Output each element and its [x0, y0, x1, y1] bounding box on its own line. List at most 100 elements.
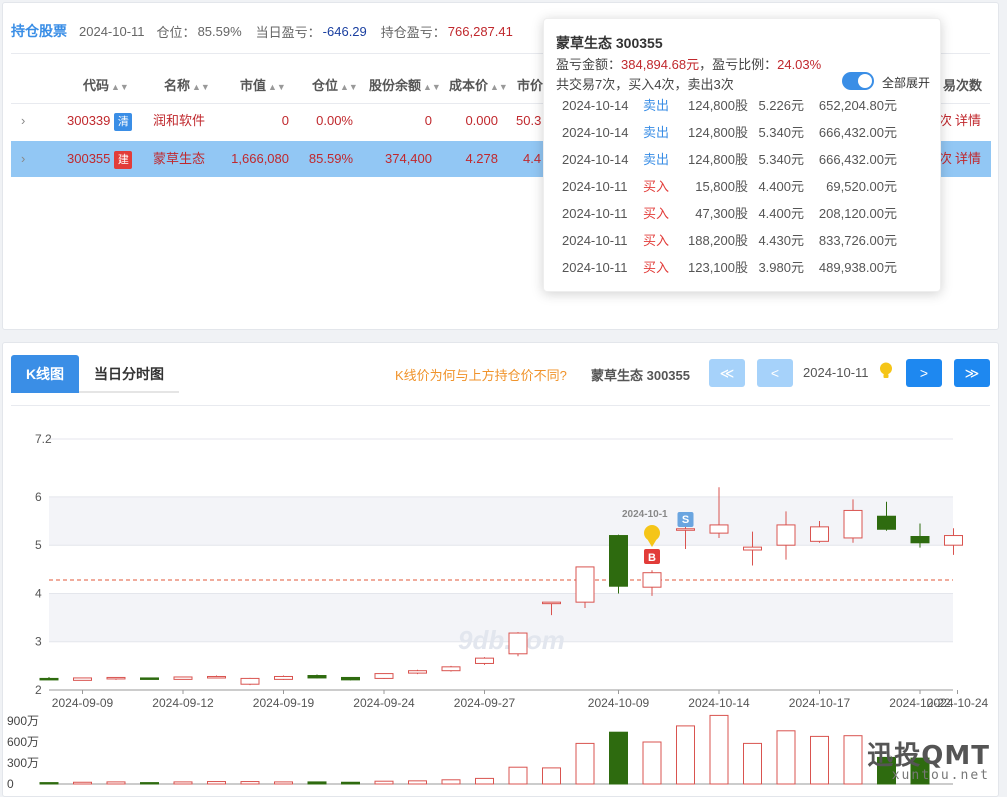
trade-price: 4.430元	[758, 233, 804, 248]
marker-date-label: 2024-10-1	[622, 509, 668, 520]
brand-name: 迅投QMT	[867, 741, 990, 771]
trade-tooltip: 蒙草生态 300355 盈亏金额：384,894.68元，盈亏比例：24.03%…	[543, 18, 941, 292]
volume-tick-label: 900万	[7, 714, 39, 728]
tooltip-title: 蒙草生态 300355	[556, 35, 663, 51]
last-button[interactable]: ≫	[954, 359, 990, 387]
candle-body	[776, 524, 796, 546]
trade-qty: 188,200股	[688, 233, 748, 248]
kline-chart[interactable]: 7.2654329db.com2024-09-092024-09-122024-…	[3, 401, 998, 797]
col-price[interactable]: 市价	[517, 69, 543, 103]
trade-amount: 208,120.00元	[818, 206, 897, 221]
expand-all-toggle[interactable]	[842, 72, 874, 90]
cell-shares: 374,400	[385, 151, 432, 166]
cell-mktval: 0	[281, 113, 289, 128]
trade-price: 5.340元	[758, 125, 804, 140]
trade-date: 2024-10-11	[562, 179, 628, 194]
expand-icon[interactable]: ›	[21, 141, 25, 177]
volume-bar	[274, 781, 293, 785]
volume-bar	[575, 742, 595, 785]
col-cost[interactable]: 成本价 ▲▼	[449, 69, 508, 103]
cell-price: 4.4	[523, 151, 542, 166]
trade-qty: 124,800股	[688, 98, 748, 113]
candle-body	[810, 526, 829, 542]
trade-row: 2024-10-14 卖出 124,800股 5.340元 666,432.00元	[562, 123, 902, 143]
sort-icon[interactable]: ▲▼	[111, 82, 129, 92]
candle-body	[307, 675, 327, 679]
cell-name[interactable]: 蒙草生态	[153, 141, 205, 177]
detail-link[interactable]: 详情	[955, 103, 981, 139]
sort-icon[interactable]: ▲▼	[423, 82, 441, 92]
brand-logo: 迅投QMT xuntou.net	[867, 735, 990, 783]
tab-intraday[interactable]: 当日分时图	[79, 355, 179, 393]
cell-price: 50.3	[516, 113, 542, 128]
y-tick-label: 3	[35, 635, 42, 649]
trade-date: 2024-10-14	[562, 98, 629, 113]
volume-bar	[542, 767, 561, 785]
volume-bar	[441, 779, 461, 785]
trade-date: 2024-10-14	[562, 125, 629, 140]
col-position[interactable]: 仓位 ▲▼	[312, 69, 358, 103]
sort-icon[interactable]: ▲▼	[490, 82, 508, 92]
detail-link[interactable]: 详情	[955, 141, 981, 177]
candle-body	[207, 675, 226, 679]
next-button[interactable]: >	[906, 359, 942, 387]
candle-body	[877, 515, 896, 530]
col-shares[interactable]: 股份余额 ▲▼	[369, 69, 441, 103]
candle-body	[240, 677, 260, 685]
trade-date: 2024-10-14	[562, 152, 629, 167]
x-tick-label: 2024-10-17	[789, 696, 851, 710]
candle-body	[341, 676, 360, 681]
candle-body	[743, 546, 762, 551]
candle-body	[475, 657, 494, 664]
sort-icon[interactable]: ▲▼	[340, 82, 358, 92]
price-diff-hint[interactable]: K线价为何与上方持仓价不同?	[395, 365, 567, 384]
volume-bar	[307, 781, 327, 785]
tooltip-count: 共交易7次，买入4次，卖出3次	[556, 77, 734, 92]
cell-position: 85.59%	[308, 151, 353, 166]
volume-tick-label: 600万	[7, 735, 39, 749]
cell-code: 300355 建	[67, 141, 147, 177]
volume-bar	[73, 781, 92, 785]
position-label: 仓位：	[156, 24, 196, 40]
expand-icon[interactable]: ›	[21, 103, 25, 139]
sort-icon[interactable]: ▲▼	[192, 82, 210, 92]
col-trades[interactable]: 易次数	[943, 69, 982, 103]
bulb-icon	[880, 362, 892, 378]
trade-date: 2024-10-11	[562, 206, 628, 221]
candle-body	[676, 528, 695, 531]
col-name[interactable]: 名称 ▲▼	[164, 69, 210, 103]
candle-body	[374, 673, 394, 679]
holdings-title[interactable]: 持仓股票	[11, 21, 67, 41]
candle-body	[575, 566, 595, 603]
trade-amount: 666,432.00元	[818, 152, 897, 167]
trade-row: 2024-10-11 买入 188,200股 4.430元 833,726.00元	[562, 231, 902, 251]
volume-bar	[207, 781, 226, 785]
y-tick-label: 2	[35, 683, 42, 697]
sort-icon[interactable]: ▲▼	[268, 82, 286, 92]
prev-button[interactable]: <	[757, 359, 793, 387]
trade-price: 4.400元	[758, 179, 804, 194]
tab-kline[interactable]: K线图	[11, 355, 79, 393]
volume-bar	[475, 777, 494, 785]
trade-qty: 15,800股	[695, 179, 748, 194]
position-value: 85.59%	[197, 23, 242, 39]
trade-row: 2024-10-11 买入 123,100股 3.980元 489,938.00元	[562, 258, 902, 278]
candle-body	[73, 677, 92, 681]
volume-bar	[173, 781, 193, 785]
x-tick-label: 2024-09-24	[353, 696, 415, 710]
candle-body	[508, 632, 528, 655]
volume-bar	[106, 781, 126, 785]
candle-body	[944, 535, 963, 546]
candle-body	[173, 676, 193, 680]
col-code[interactable]: 代码 ▲▼	[83, 69, 129, 103]
candle-body	[843, 509, 863, 539]
nav-date: 2024-10-11	[803, 365, 869, 380]
volume-bar	[408, 780, 427, 785]
trade-row: 2024-10-11 买入 15,800股 4.400元 69,520.00元	[562, 177, 902, 197]
candle-body	[441, 666, 461, 672]
col-mktval[interactable]: 市值 ▲▼	[240, 69, 286, 103]
cell-name[interactable]: 润和软件	[153, 103, 205, 139]
cell-cost: 4.278	[465, 151, 498, 166]
first-button[interactable]: ≪	[709, 359, 745, 387]
trade-qty: 123,100股	[688, 260, 748, 275]
